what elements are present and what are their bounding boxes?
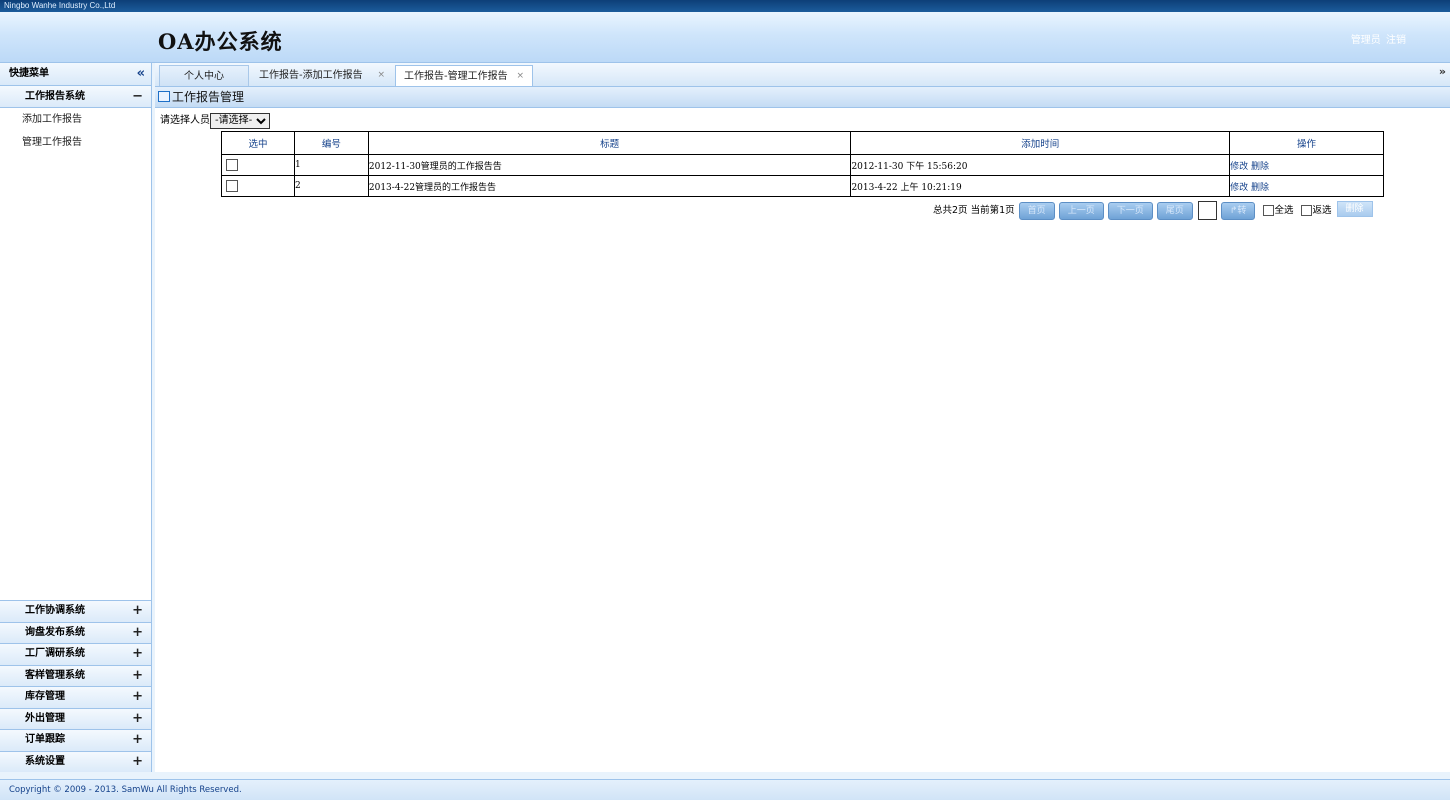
tab-manage-report[interactable]: 工作报告-管理工作报告 × (395, 65, 533, 86)
collapse-group-icon[interactable]: − (132, 86, 143, 107)
select-all-checkbox[interactable] (1263, 205, 1275, 216)
invert-selection-label: 返选 (1312, 205, 1332, 216)
row-id: 1 (293, 154, 369, 176)
user-name[interactable]: 管理员 (1351, 35, 1381, 46)
sidebar-item-manage-report[interactable]: 管理工作报告 (0, 131, 151, 154)
table-row: 1 2012-11-30管理员的工作报告告 2012-11-30 下午 15:5… (221, 154, 1384, 176)
sidebar: 快捷菜单 « 工作报告系统 − 添加工作报告 管理工作报告 工作协调系统 + 询盘… (0, 63, 152, 772)
group-label: 库存管理 (25, 691, 65, 702)
expand-icon[interactable]: + (132, 730, 143, 750)
edit-link[interactable]: 修改 (1230, 183, 1248, 193)
row-title: 2013-4-22管理员的工作报告告 (367, 175, 852, 197)
panel-title: 工作报告管理 (155, 87, 1450, 108)
table-header-row: 选中 编号 标题 添加时间 操作 (221, 131, 1384, 155)
invert-selection-checkbox[interactable] (1301, 205, 1313, 216)
delete-link[interactable]: 删除 (1251, 162, 1269, 172)
delete-link[interactable]: 删除 (1251, 183, 1269, 193)
panel-window-icon (158, 91, 170, 102)
col-time: 添加时间 (850, 131, 1231, 155)
sidebar-collapsed-groups: 工作协调系统 + 询盘发布系统 + 工厂调研系统 + 客样管理系统 + 库存管理 + 外出… (0, 600, 151, 772)
tab-bar: 个人中心 工作报告-添加工作报告 × 工作报告-管理工作报告 × » (155, 63, 1450, 87)
row-select-cell (221, 175, 295, 197)
col-action: 操作 (1229, 131, 1384, 155)
row-time: 2013-4-22 上午 10:21:19 (850, 175, 1231, 197)
edit-link[interactable]: 修改 (1230, 162, 1248, 172)
tab-label: 工作报告-管理工作报告 (404, 71, 508, 82)
last-page-button[interactable]: 尾页 (1156, 201, 1193, 220)
group-sample[interactable]: 客样管理系统 + (0, 664, 151, 686)
row-time: 2012-11-30 下午 15:56:20 (850, 154, 1231, 176)
group-label: 工作报告系统 (25, 91, 85, 102)
col-title: 标题 (367, 131, 852, 155)
group-label: 客样管理系统 (25, 669, 85, 681)
group-label: 工作协调系统 (25, 605, 85, 616)
next-page-button[interactable]: 下一页 (1107, 201, 1153, 220)
expand-icon[interactable]: + (132, 709, 143, 729)
expand-icon[interactable]: + (132, 752, 143, 772)
filter-label: 请选择人员 (160, 115, 210, 126)
row-checkbox[interactable] (226, 180, 238, 192)
logout-link[interactable]: 注销 (1386, 35, 1406, 46)
row-id: 2 (293, 175, 369, 197)
first-page-button[interactable]: 首页 (1018, 201, 1055, 220)
go-button[interactable]: ↱转 (1220, 201, 1256, 220)
footer-copyright: Copyright © 2009 - 2013. SamWu All Right… (0, 779, 1450, 800)
sidebar-title: 快捷菜单 (9, 68, 49, 79)
row-actions: 修改 删除 (1229, 175, 1384, 197)
group-work-report[interactable]: 工作报告系统 − (0, 86, 151, 108)
close-tab-icon[interactable]: × (516, 66, 524, 87)
group-work-coordination[interactable]: 工作协调系统 + (0, 600, 151, 622)
expand-icon[interactable]: + (132, 623, 143, 643)
tab-add-report[interactable]: 工作报告-添加工作报告 × (251, 65, 393, 86)
expand-icon[interactable]: + (132, 687, 143, 707)
pager-summary: 总共2页 当前第1页 (933, 205, 1015, 216)
pager: 总共2页 当前第1页 首页 上一页 下一页 尾页 ↱转 全选 返选 删除 (933, 201, 1373, 223)
group-label: 订单跟踪 (25, 734, 65, 745)
group-label: 询盘发布系统 (25, 626, 85, 638)
select-all-label: 全选 (1274, 205, 1294, 216)
col-select: 选中 (221, 131, 295, 155)
sidebar-item-add-report[interactable]: 添加工作报告 (0, 108, 151, 131)
expand-icon[interactable]: + (132, 601, 143, 621)
row-checkbox[interactable] (226, 159, 238, 171)
tab-scroll-icon[interactable]: » (1439, 65, 1446, 78)
app-header: OA办公系统 管理员 注销 (0, 12, 1450, 63)
sidebar-header: 快捷菜单 « (0, 63, 151, 86)
main-area: 个人中心 工作报告-添加工作报告 × 工作报告-管理工作报告 × » 工作报告管理 … (155, 63, 1450, 772)
row-title: 2012-11-30管理员的工作报告告 (367, 154, 852, 176)
row-actions: 修改 删除 (1229, 154, 1384, 176)
delete-selected-button[interactable]: 删除 (1336, 201, 1373, 217)
user-links: 管理员 注销 (1349, 31, 1406, 46)
table-row: 2 2013-4-22管理员的工作报告告 2013-4-22 上午 10:21:… (221, 175, 1384, 197)
group-factory-research[interactable]: 工厂调研系统 + (0, 643, 151, 665)
tab-label: 个人中心 (184, 71, 224, 82)
expand-icon[interactable]: + (132, 666, 143, 686)
collapse-sidebar-icon[interactable]: « (137, 63, 145, 85)
group-label: 系统设置 (25, 755, 65, 767)
panel-title-text: 工作报告管理 (172, 90, 245, 104)
group-inquiry[interactable]: 询盘发布系统 + (0, 621, 151, 643)
close-tab-icon[interactable]: × (377, 65, 385, 86)
expand-icon[interactable]: + (132, 644, 143, 664)
app-title: OA办公系统 (158, 29, 283, 54)
col-id: 编号 (293, 131, 369, 155)
person-select[interactable]: -请选择- (210, 112, 270, 129)
row-select-cell (221, 154, 295, 176)
group-label: 工厂调研系统 (25, 648, 85, 659)
prev-page-button[interactable]: 上一页 (1058, 201, 1104, 220)
company-strip: Ningbo Wanhe Industry Co.,Ltd (0, 0, 1450, 12)
tab-label: 工作报告-添加工作报告 (259, 70, 363, 81)
page-number-input[interactable] (1197, 201, 1217, 220)
group-outing[interactable]: 外出管理 + (0, 707, 151, 729)
tab-personal-center[interactable]: 个人中心 (159, 65, 249, 86)
group-settings[interactable]: 系统设置 + (0, 750, 151, 772)
group-label: 外出管理 (25, 712, 65, 724)
group-inventory[interactable]: 库存管理 + (0, 686, 151, 708)
person-filter: 请选择人员 -请选择- (160, 111, 270, 129)
group-order-tracking[interactable]: 订单跟踪 + (0, 729, 151, 751)
report-table: 选中 编号 标题 添加时间 操作 1 2012-11-30管理员的工作报告告 2… (221, 131, 1384, 197)
